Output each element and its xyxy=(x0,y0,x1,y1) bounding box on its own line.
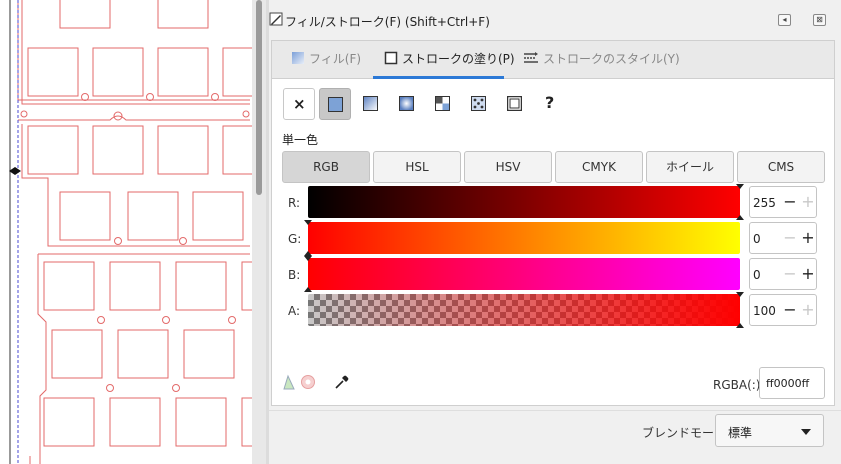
mesh-button[interactable] xyxy=(463,88,495,120)
tab-stroke-paint[interactable]: ストロークの塗り(P) xyxy=(384,50,515,72)
blend-mode-select[interactable]: 標準 xyxy=(715,414,824,447)
active-tab-indicator xyxy=(373,76,504,79)
rgba-label: RGBA(:): xyxy=(713,378,765,392)
channel-g-value[interactable]: 0 xyxy=(753,232,761,246)
radial-gradient-button[interactable] xyxy=(391,88,423,120)
channel-b-minus-button[interactable]: − xyxy=(780,263,800,285)
swatch-icon xyxy=(507,96,522,111)
divider xyxy=(269,410,841,411)
slider-handle[interactable] xyxy=(304,220,312,225)
scrollbar-thumb[interactable] xyxy=(256,0,262,195)
channel-a-slider[interactable] xyxy=(308,292,744,328)
dialog-title: フィル/ストローク(F) (Shift+Ctrl+F) xyxy=(285,15,490,29)
canvas-vertical-scrollbar[interactable] xyxy=(252,0,266,464)
chevron-down-icon xyxy=(801,429,811,435)
flat-color-label: 単一色 xyxy=(282,133,319,147)
pen-icon xyxy=(269,12,283,26)
tab-stroke-style-label: ストロークのスタイル(Y) xyxy=(543,52,680,66)
unset-paint-button[interactable]: ? xyxy=(535,88,567,120)
channel-r-value[interactable]: 255 xyxy=(753,196,776,210)
stroke-paint-icon xyxy=(384,51,398,65)
slider-handle[interactable] xyxy=(304,287,312,292)
eyedropper-icon[interactable] xyxy=(334,374,350,390)
mesh-icon xyxy=(471,96,486,111)
panel-menu-icon[interactable]: ◂ xyxy=(778,14,791,26)
slider-handle[interactable] xyxy=(736,215,744,220)
channel-g-minus-button[interactable]: − xyxy=(780,227,800,249)
fill-icon xyxy=(292,52,304,64)
tab-fill[interactable]: フィル(F) xyxy=(291,50,361,72)
model-tab-rgb[interactable]: RGB xyxy=(282,151,370,183)
drawing-artwork xyxy=(9,0,252,464)
rgba-input[interactable]: ff0000ff xyxy=(759,367,825,399)
channel-a-label: A: xyxy=(288,304,301,318)
flat-color-button[interactable] xyxy=(319,88,351,120)
channel-r-minus-button[interactable]: − xyxy=(780,191,800,213)
tab-fill-label: フィル(F) xyxy=(309,52,362,66)
channel-r-spinbox[interactable]: 255 − + xyxy=(749,186,817,218)
linear-gradient-button[interactable] xyxy=(355,88,387,120)
flat-color-icon xyxy=(328,97,343,112)
no-paint-icon: × xyxy=(293,95,306,113)
channel-a-value[interactable]: 100 xyxy=(753,304,776,318)
tab-bar: フィル(F) ストロークの塗り(P) ストロークのスタイル(Y) xyxy=(272,41,834,79)
model-tab-cms[interactable]: CMS xyxy=(737,151,825,183)
channel-g-plus-button[interactable]: + xyxy=(798,227,818,249)
blend-mode-value: 標準 xyxy=(728,426,753,440)
channel-g-label: G: xyxy=(288,232,302,246)
channel-b-slider[interactable] xyxy=(304,256,740,292)
channel-b-spinbox[interactable]: 0 − + xyxy=(749,258,817,290)
radial-gradient-icon xyxy=(399,96,414,111)
slider-handle[interactable] xyxy=(736,184,744,189)
slider-handle[interactable] xyxy=(304,256,312,261)
linear-gradient-icon xyxy=(363,96,378,111)
no-paint-button[interactable]: × xyxy=(283,88,315,120)
model-tab-wheel[interactable]: ホイール xyxy=(646,151,734,183)
channel-a-minus-button[interactable]: − xyxy=(780,299,800,321)
drawing-canvas[interactable] xyxy=(0,0,252,464)
model-tab-cmyk[interactable]: CMYK xyxy=(555,151,643,183)
unset-icon: ? xyxy=(545,93,555,112)
channel-r-label: R: xyxy=(288,196,301,210)
channel-b-plus-button[interactable]: + xyxy=(798,263,818,285)
channel-r-slider[interactable] xyxy=(308,184,744,220)
close-icon[interactable]: ⊠ xyxy=(813,14,826,26)
tab-stroke-style[interactable]: ストロークのスタイル(Y) xyxy=(523,50,680,72)
pattern-button[interactable] xyxy=(427,88,459,120)
model-tab-hsv[interactable]: HSV xyxy=(464,151,552,183)
fill-stroke-dialog: フィル/ストローク(F) (Shift+Ctrl+F) ◂ ⊠ フィル(F) ス… xyxy=(269,0,841,464)
slider-handle[interactable] xyxy=(736,292,744,297)
channel-g-spinbox[interactable]: 0 − + xyxy=(749,222,817,254)
color-managed-icon xyxy=(283,374,295,390)
stroke-style-icon xyxy=(524,52,538,63)
slider-handle[interactable] xyxy=(736,323,744,328)
swatch-button[interactable] xyxy=(499,88,531,120)
channel-a-spinbox[interactable]: 100 − + xyxy=(749,294,817,326)
channel-b-value[interactable]: 0 xyxy=(753,268,761,282)
channel-r-plus-button[interactable]: + xyxy=(798,191,818,213)
out-of-gamut-icon xyxy=(301,375,315,389)
tab-stroke-paint-label: ストロークの塗り(P) xyxy=(402,52,515,66)
channel-a-plus-button[interactable]: + xyxy=(798,299,818,321)
dialog-title-bar: フィル/ストローク(F) (Shift+Ctrl+F) ◂ ⊠ xyxy=(269,6,841,30)
channel-b-label: B: xyxy=(288,268,301,282)
canvas-handle-icon xyxy=(9,167,21,175)
channel-g-slider[interactable] xyxy=(304,220,740,256)
pattern-icon xyxy=(435,96,450,111)
model-tab-hsl[interactable]: HSL xyxy=(373,151,461,183)
stroke-paint-frame: フィル(F) ストロークの塗り(P) ストロークのスタイル(Y) × ? 単一色… xyxy=(271,40,835,406)
